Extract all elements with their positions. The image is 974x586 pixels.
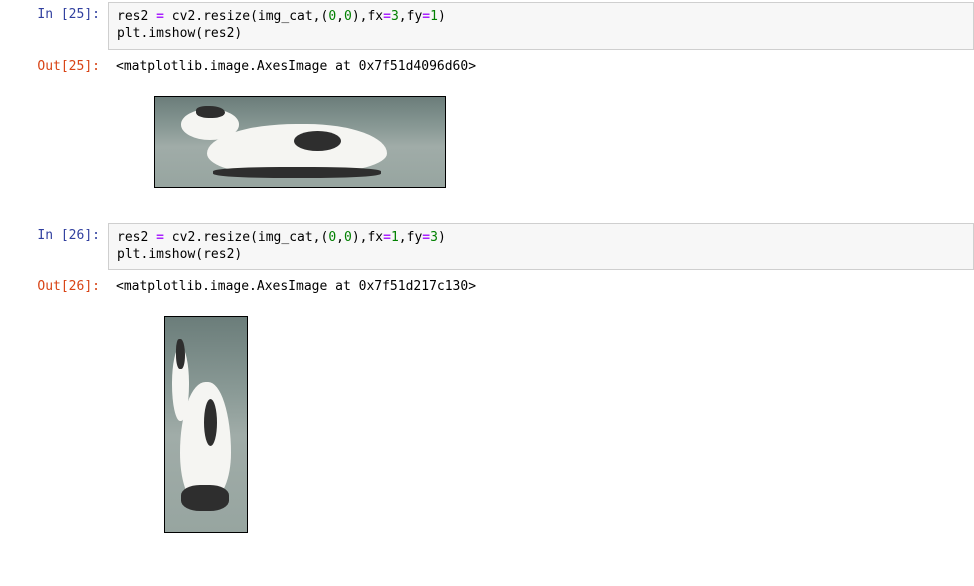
x-tick-label: 0 — [164, 532, 168, 533]
input-cell: In [26]: res2 = cv2.resize(img_cat,(0,0)… — [0, 221, 974, 273]
matplotlib-plot: 0200400600800100012000250 — [116, 310, 254, 549]
imshow-image — [155, 97, 445, 187]
x-tick-label: 1200 — [374, 187, 399, 188]
output-display-cell: 0200400600800100012000250 — [0, 303, 974, 556]
out-prompt: Out[25]: — [0, 54, 108, 81]
axes-frame: 02004000200400600800100012001400 — [154, 96, 446, 188]
in-prompt: In [26]: — [0, 223, 108, 250]
code-input[interactable]: res2 = cv2.resize(img_cat,(0,0),fx=1,fy=… — [108, 223, 974, 271]
output-display-cell: 02004000200400600800100012001400 — [0, 83, 974, 211]
in-prompt: In [25]: — [0, 2, 108, 29]
x-tick-label: 800 — [300, 187, 319, 188]
x-tick-label: 250 — [214, 532, 233, 533]
x-tick-label: 0 — [154, 187, 158, 188]
empty-prompt — [0, 305, 108, 315]
imshow-image — [165, 317, 247, 532]
x-tick-label: 1000 — [336, 187, 361, 188]
output-image: 0200400600800100012000250 — [108, 305, 974, 554]
empty-prompt — [0, 85, 108, 95]
axes-frame: 0200400600800100012000250 — [164, 316, 248, 533]
input-cell: In [25]: res2 = cv2.resize(img_cat,(0,0)… — [0, 0, 974, 52]
x-tick-label: 400 — [223, 187, 242, 188]
output-text: <matplotlib.image.AxesImage at 0x7f51d21… — [108, 274, 974, 301]
output-cell: Out[25]: <matplotlib.image.AxesImage at … — [0, 52, 974, 83]
x-tick-label: 600 — [261, 187, 280, 188]
matplotlib-plot: 02004000200400600800100012001400 — [116, 90, 452, 204]
output-cell: Out[26]: <matplotlib.image.AxesImage at … — [0, 272, 974, 303]
output-text: <matplotlib.image.AxesImage at 0x7f51d40… — [108, 54, 974, 81]
x-tick-label: 200 — [184, 187, 203, 188]
output-image: 02004000200400600800100012001400 — [108, 85, 974, 209]
out-prompt: Out[26]: — [0, 274, 108, 301]
code-input[interactable]: res2 = cv2.resize(img_cat,(0,0),fx=3,fy=… — [108, 2, 974, 50]
x-tick-label: 1400 — [413, 187, 438, 188]
